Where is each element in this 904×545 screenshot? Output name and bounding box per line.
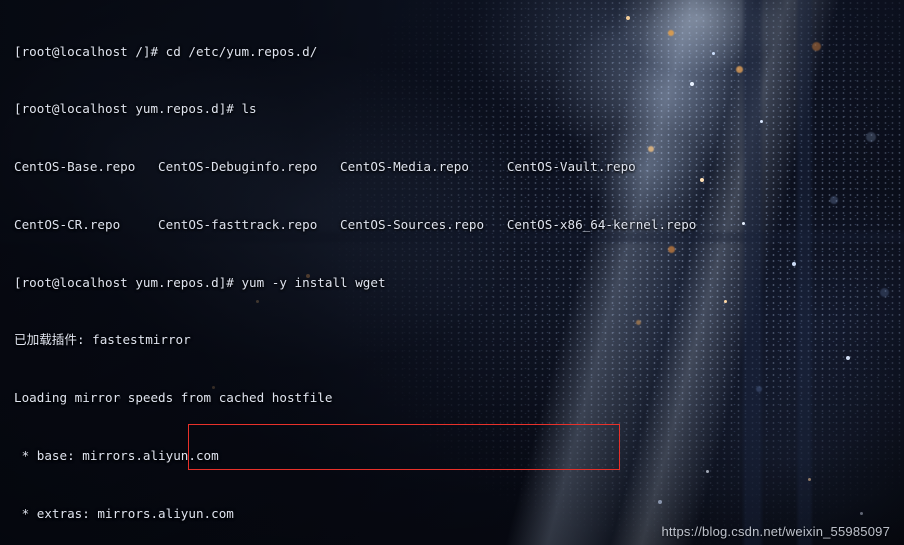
- terminal-window[interactable]: [root@localhost /]# cd /etc/yum.repos.d/…: [0, 0, 904, 545]
- terminal-line: 已加载插件: fastestmirror: [14, 332, 191, 348]
- terminal-output[interactable]: [root@localhost /]# cd /etc/yum.repos.d/…: [0, 0, 904, 545]
- terminal-line: Loading mirror speeds from cached hostfi…: [14, 390, 333, 405]
- terminal-line: [root@localhost /]# cd /etc/yum.repos.d/: [14, 43, 318, 59]
- terminal-line: CentOS-Base.repo CentOS-Debuginfo.repo C…: [14, 159, 636, 174]
- terminal-line: [root@localhost yum.repos.d]# ls: [14, 101, 257, 117]
- terminal-line: [root@localhost yum.repos.d]# yum -y ins…: [14, 274, 386, 290]
- terminal-line: * extras: mirrors.aliyun.com: [14, 505, 234, 521]
- terminal-line: CentOS-CR.repo CentOS-fasttrack.repo Cen…: [14, 216, 697, 232]
- csdn-watermark: https://blog.csdn.net/weixin_55985097: [661, 524, 890, 539]
- terminal-line: * base: mirrors.aliyun.com: [14, 447, 219, 463]
